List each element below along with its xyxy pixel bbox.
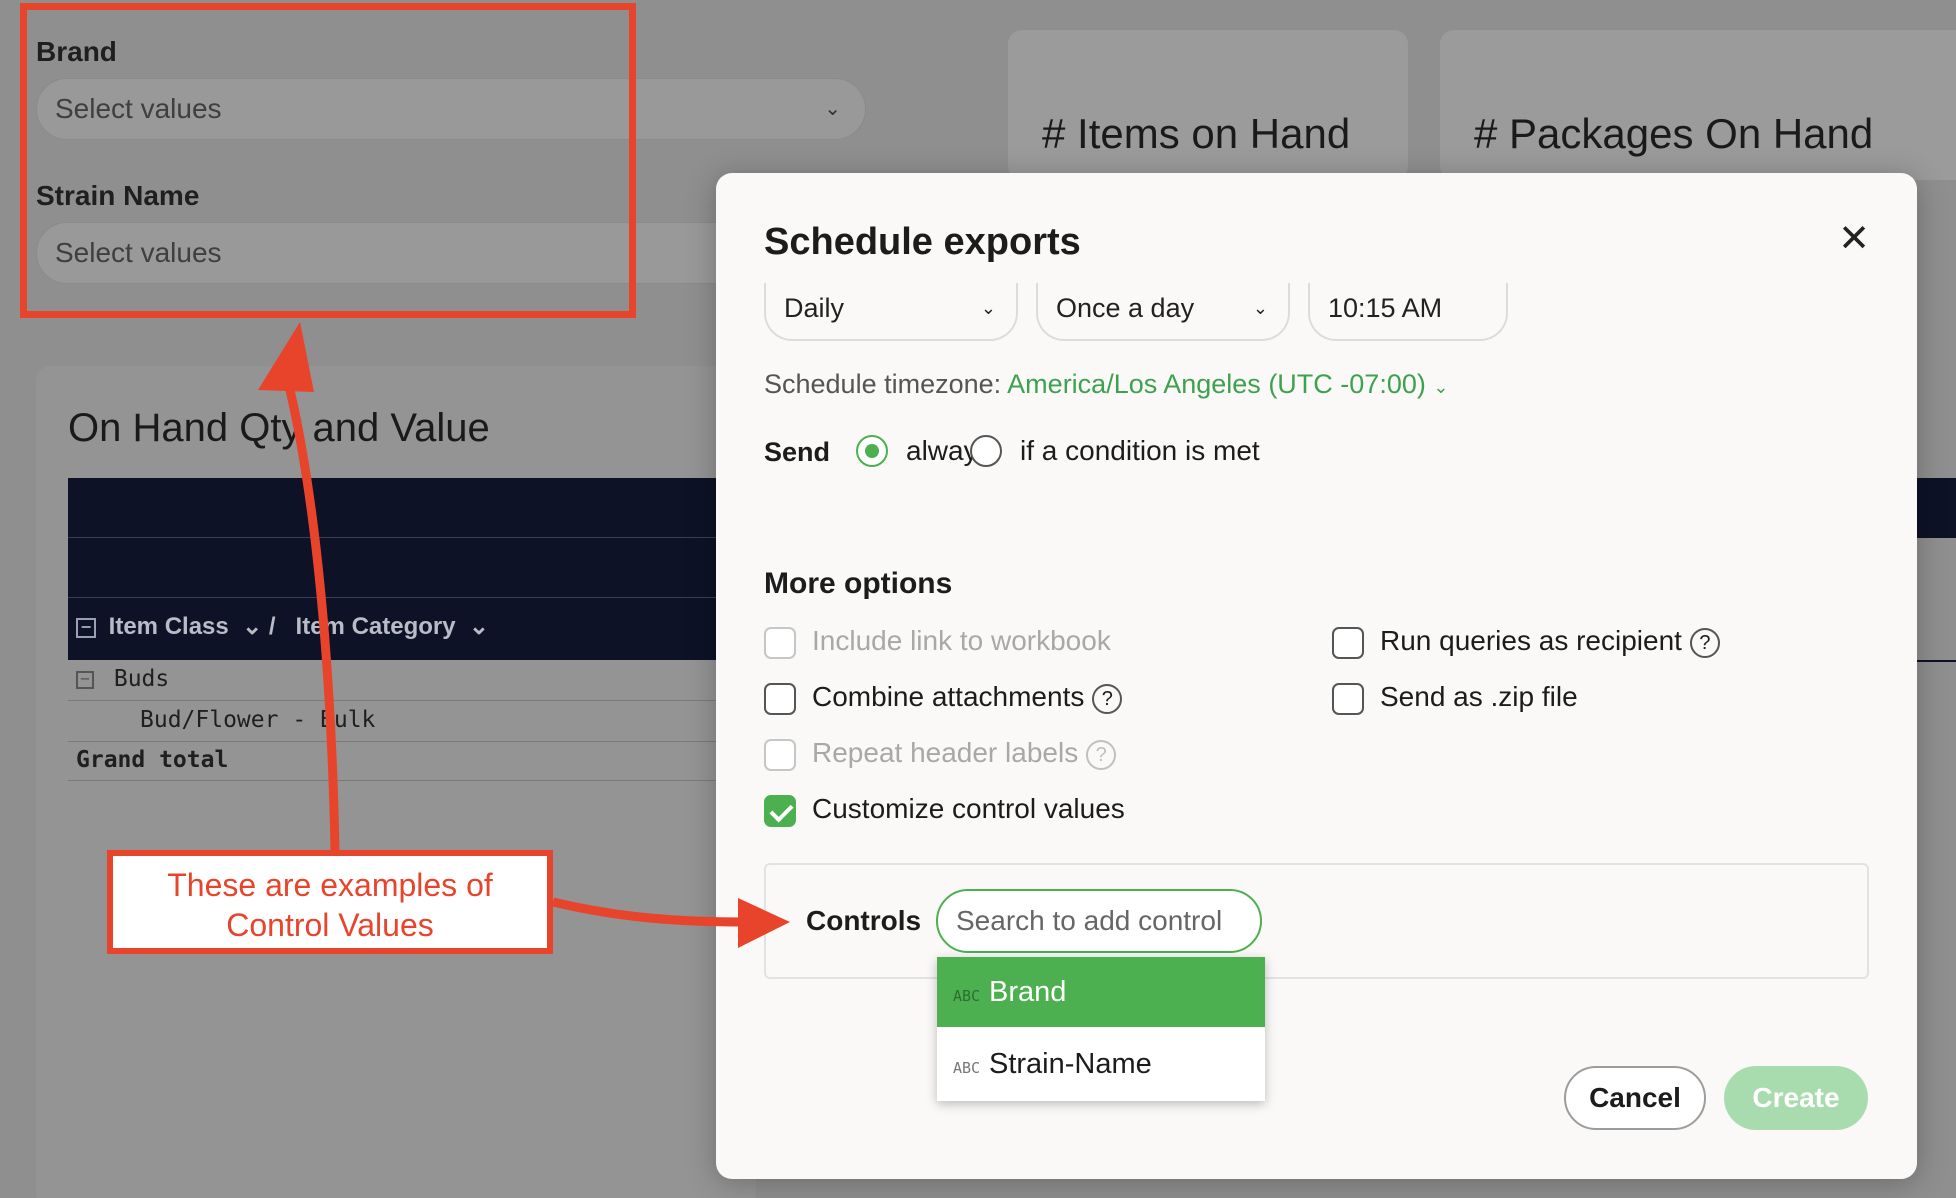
arrow-right-head bbox=[738, 898, 790, 948]
annotation-arrows bbox=[258, 322, 790, 948]
callout-line-1: These are examples of bbox=[167, 867, 493, 903]
annotation-callout: These are examples of Control Values bbox=[107, 850, 553, 954]
arrow-right-line bbox=[551, 897, 746, 927]
callout-line-2: Control Values bbox=[226, 907, 434, 943]
arrow-up-head bbox=[258, 322, 314, 392]
arrow-up-line bbox=[285, 388, 340, 851]
